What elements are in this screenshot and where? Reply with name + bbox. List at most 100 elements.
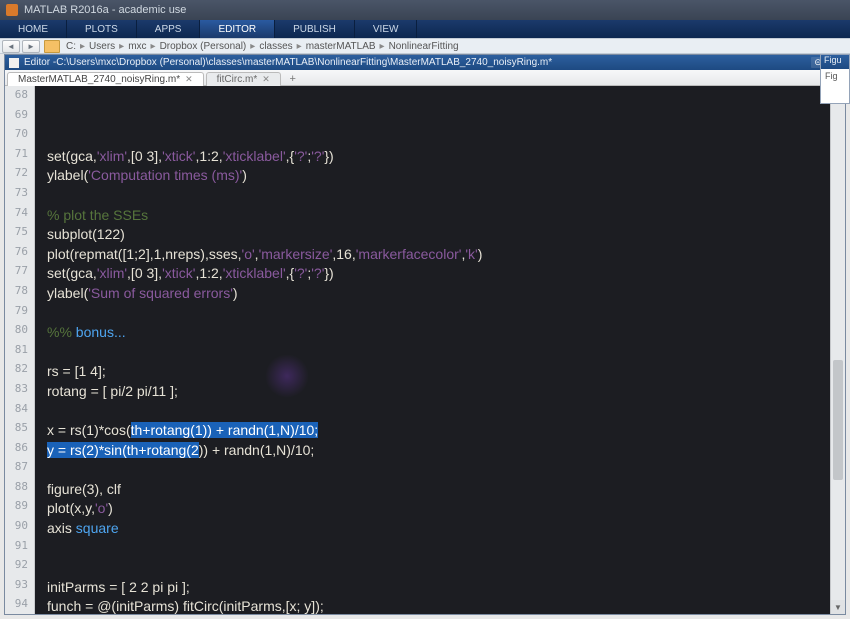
editor-titlebar: Editor - C:\Users\mxc\Dropbox (Personal)… xyxy=(5,55,845,70)
code-line[interactable]: rotang = [ pi/2 pi/11 ]; xyxy=(47,382,845,402)
code-line[interactable] xyxy=(47,186,845,206)
file-tab-label: MasterMATLAB_2740_noisyRing.m* xyxy=(18,74,180,85)
code-line[interactable] xyxy=(47,539,845,559)
nav-fwd-button[interactable]: ► xyxy=(22,40,40,53)
editor-window: Editor - C:\Users\mxc\Dropbox (Personal)… xyxy=(4,54,846,615)
plus-icon: + xyxy=(290,73,296,85)
editor-scrollbar[interactable]: ▲ ▼ xyxy=(830,86,845,614)
file-tab-1[interactable]: MasterMATLAB_2740_noisyRing.m* ✕ xyxy=(7,72,204,86)
code-line[interactable]: plot(x,y,'o') xyxy=(47,499,845,519)
scroll-track[interactable] xyxy=(831,100,845,600)
line-number: 74 xyxy=(5,206,34,226)
tab-editor[interactable]: EDITOR xyxy=(200,20,275,38)
current-folder-bar: ◄ ► C:▸Users▸mxc▸Dropbox (Personal)▸clas… xyxy=(0,38,850,54)
code-line[interactable] xyxy=(47,304,845,324)
line-number: 87 xyxy=(5,460,34,480)
line-number: 73 xyxy=(5,186,34,206)
figures-panel-peek[interactable]: Figu Fig xyxy=(820,54,850,104)
chevron-right-icon: ▸ xyxy=(250,41,255,52)
tab-plots[interactable]: PLOTS xyxy=(67,20,137,38)
tab-apps[interactable]: APPS xyxy=(137,20,201,38)
code-line[interactable] xyxy=(47,460,845,480)
file-tab-close-icon[interactable]: ✕ xyxy=(185,74,193,85)
code-line[interactable]: rs = [1 4]; xyxy=(47,362,845,382)
path-segment[interactable]: Users xyxy=(89,41,115,52)
file-tab-close-icon[interactable]: ✕ xyxy=(262,74,270,85)
line-number: 68 xyxy=(5,88,34,108)
line-number: 90 xyxy=(5,519,34,539)
code-line[interactable]: set(gca,'xlim',[0 3],'xtick',1:2,'xtickl… xyxy=(47,264,845,284)
tab-home[interactable]: HOME xyxy=(0,20,67,38)
code-line[interactable]: subplot(122) xyxy=(47,225,845,245)
scroll-down-button[interactable]: ▼ xyxy=(831,600,845,614)
line-number: 94 xyxy=(5,597,34,617)
code-line[interactable]: %% bonus... xyxy=(47,323,845,343)
path-segment[interactable]: Dropbox (Personal) xyxy=(160,41,247,52)
chevron-right-icon: ▸ xyxy=(297,41,302,52)
folder-icon[interactable] xyxy=(44,40,60,53)
line-number: 84 xyxy=(5,402,34,422)
arrow-down-icon: ▼ xyxy=(834,603,842,612)
editor-doc-icon xyxy=(9,58,19,68)
line-number: 91 xyxy=(5,539,34,559)
file-tab-new-button[interactable]: + xyxy=(285,73,301,85)
code-line[interactable]: plot(repmat([1;2],1,nreps),sses,'o','mar… xyxy=(47,245,845,265)
line-number: 70 xyxy=(5,127,34,147)
tab-view[interactable]: VIEW xyxy=(355,20,418,38)
arrow-right-icon: ► xyxy=(27,42,35,51)
line-number: 81 xyxy=(5,343,34,363)
path-segment[interactable]: masterMATLAB xyxy=(306,41,376,52)
line-number: 82 xyxy=(5,362,34,382)
line-number: 85 xyxy=(5,421,34,441)
file-tab-bar: MasterMATLAB_2740_noisyRing.m* ✕ fitCirc… xyxy=(5,70,845,86)
line-number: 69 xyxy=(5,108,34,128)
code-line[interactable]: ylabel('Sum of squared errors') xyxy=(47,284,845,304)
code-line[interactable]: axis square xyxy=(47,519,845,539)
file-tab-2[interactable]: fitCirc.m* ✕ xyxy=(206,72,281,86)
line-number: 72 xyxy=(5,166,34,186)
line-number: 89 xyxy=(5,499,34,519)
chevron-right-icon: ▸ xyxy=(380,41,385,52)
line-number: 83 xyxy=(5,382,34,402)
editor-title-prefix: Editor - xyxy=(24,57,56,68)
path-segment[interactable]: NonlinearFitting xyxy=(389,41,459,52)
code-line[interactable]: x = rs(1)*cos(th+rotang(1)) + randn(1,N)… xyxy=(47,421,845,441)
editor-title-path: C:\Users\mxc\Dropbox (Personal)\classes\… xyxy=(56,57,552,68)
scroll-thumb[interactable] xyxy=(833,360,843,480)
code-line[interactable]: set(gca,'xlim',[0 3],'xtick',1:2,'xtickl… xyxy=(47,147,845,167)
line-number-gutter: 6869707172737475767778798081828384858687… xyxy=(5,86,35,614)
line-number: 93 xyxy=(5,578,34,598)
path-segment[interactable]: mxc xyxy=(128,41,146,52)
nav-back-button[interactable]: ◄ xyxy=(2,40,20,53)
figures-panel-tab[interactable]: Fig xyxy=(821,71,849,81)
path-segments[interactable]: C:▸Users▸mxc▸Dropbox (Personal)▸classes▸… xyxy=(66,41,459,52)
code-line[interactable] xyxy=(47,343,845,363)
code-line[interactable]: figure(3), clf xyxy=(47,480,845,500)
code-line[interactable] xyxy=(47,558,845,578)
code-area[interactable]: 6869707172737475767778798081828384858687… xyxy=(5,86,845,614)
chevron-right-icon: ▸ xyxy=(119,41,124,52)
path-segment[interactable]: classes xyxy=(259,41,292,52)
app-titlebar: MATLAB R2016a - academic use xyxy=(0,0,850,20)
code-line[interactable]: ylabel('Computation times (ms)') xyxy=(47,166,845,186)
line-number: 78 xyxy=(5,284,34,304)
code-line[interactable]: y = rs(2)*sin(th+rotang(2)) + randn(1,N)… xyxy=(47,441,845,461)
line-number: 75 xyxy=(5,225,34,245)
figures-panel-title: Figu xyxy=(821,55,849,69)
line-number: 76 xyxy=(5,245,34,265)
path-segment[interactable]: C: xyxy=(66,41,76,52)
code-line[interactable] xyxy=(47,402,845,422)
code-line[interactable]: funch = @(initParms) fitCirc(initParms,[… xyxy=(47,597,845,614)
app-title: MATLAB R2016a - academic use xyxy=(24,4,186,16)
line-number: 77 xyxy=(5,264,34,284)
code-line[interactable]: % plot the SSEs xyxy=(47,206,845,226)
arrow-left-icon: ◄ xyxy=(7,42,15,51)
code-text[interactable]: set(gca,'xlim',[0 3],'xtick',1:2,'xtickl… xyxy=(35,86,845,614)
line-number: 79 xyxy=(5,304,34,324)
code-line[interactable]: initParms = [ 2 2 pi pi ]; xyxy=(47,578,845,598)
line-number: 92 xyxy=(5,558,34,578)
file-tab-label: fitCirc.m* xyxy=(217,74,258,85)
line-number: 86 xyxy=(5,441,34,461)
tab-publish[interactable]: PUBLISH xyxy=(275,20,355,38)
chevron-right-icon: ▸ xyxy=(80,41,85,52)
